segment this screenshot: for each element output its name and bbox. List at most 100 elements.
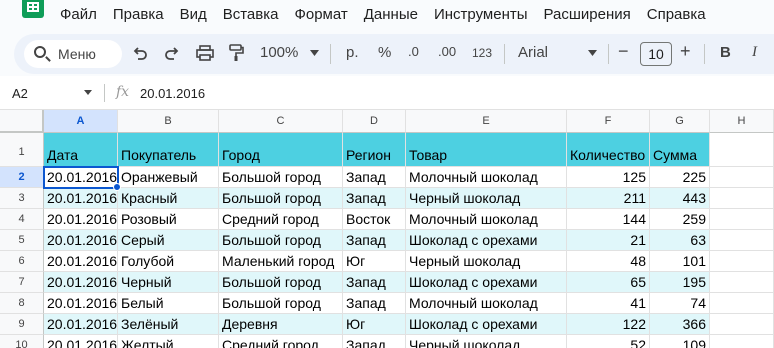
table-cell[interactable]: Черный [118, 272, 219, 293]
row-header-2[interactable]: 2 [0, 167, 44, 188]
table-cell[interactable]: 20.01.2016 [44, 230, 118, 251]
row-header-4[interactable]: 4 [0, 209, 44, 230]
decrease-decimals-button[interactable]: .0 [408, 44, 419, 59]
table-cell[interactable]: 101 [650, 251, 710, 272]
row-header-1[interactable]: 1 [0, 133, 44, 167]
zoom-chevron-down-icon[interactable] [310, 50, 319, 56]
table-cell[interactable]: Восток [343, 209, 406, 230]
row-header-6[interactable]: 6 [0, 251, 44, 272]
table-cell[interactable]: 20.01.2016 [44, 272, 118, 293]
table-cell[interactable]: 211 [567, 188, 650, 209]
empty-cell[interactable] [710, 230, 774, 251]
table-cell[interactable]: Черный шоколад [406, 188, 567, 209]
table-cell[interactable]: 20.01.2016 [44, 293, 118, 314]
row-header-3[interactable]: 3 [0, 188, 44, 209]
table-cell[interactable]: Запад [343, 272, 406, 293]
table-cell[interactable]: 74 [650, 293, 710, 314]
table-cell[interactable]: 259 [650, 209, 710, 230]
empty-cell[interactable] [710, 335, 774, 348]
table-cell[interactable]: Запад [343, 335, 406, 348]
table-cell[interactable]: Большой город [219, 167, 343, 188]
row-header-7[interactable]: 7 [0, 272, 44, 293]
table-cell[interactable]: Юг [343, 251, 406, 272]
empty-cell[interactable] [710, 133, 774, 167]
column-header-a[interactable]: A [44, 110, 118, 133]
font-chevron-down-icon[interactable] [588, 50, 597, 56]
table-cell[interactable]: Большой город [219, 272, 343, 293]
table-cell[interactable]: 225 [650, 167, 710, 188]
font-size-input[interactable]: 10 [640, 42, 672, 66]
table-cell[interactable]: 366 [650, 314, 710, 335]
font-size-decrease-button[interactable]: − [618, 41, 629, 62]
row-header-10[interactable]: 10 [0, 335, 44, 348]
table-cell[interactable]: Запад [343, 188, 406, 209]
table-cell[interactable]: Черный шоколад [406, 251, 567, 272]
menu-insert[interactable]: Вставка [223, 6, 279, 23]
table-cell[interactable]: Запад [343, 230, 406, 251]
empty-cell[interactable] [710, 314, 774, 335]
empty-cell[interactable] [710, 293, 774, 314]
zoom-select[interactable]: 100% [260, 44, 298, 61]
table-cell[interactable]: Молочный шоколад [406, 167, 567, 188]
table-cell[interactable]: 48 [567, 251, 650, 272]
redo-icon[interactable] [164, 45, 180, 61]
undo-icon[interactable] [132, 45, 148, 61]
table-cell[interactable]: 41 [567, 293, 650, 314]
table-cell[interactable]: Деревня [219, 314, 343, 335]
table-cell[interactable]: 20.01.2016 [44, 167, 118, 188]
table-cell[interactable]: Большой город [219, 293, 343, 314]
empty-cell[interactable] [710, 272, 774, 293]
header-cell[interactable]: Регион [343, 133, 406, 167]
name-box-chevron-down-icon[interactable] [84, 90, 92, 95]
percent-format-button[interactable]: % [378, 44, 391, 61]
bold-button[interactable]: B [720, 44, 731, 61]
table-cell[interactable]: Розовый [118, 209, 219, 230]
column-header-h[interactable]: H [710, 110, 774, 133]
empty-cell[interactable] [710, 188, 774, 209]
table-cell[interactable]: 144 [567, 209, 650, 230]
header-cell[interactable]: Город [219, 133, 343, 167]
font-size-increase-button[interactable]: + [680, 41, 691, 62]
table-cell[interactable]: 443 [650, 188, 710, 209]
table-cell[interactable]: Желтый [118, 335, 219, 348]
table-cell[interactable]: Средний город [219, 335, 343, 348]
empty-cell[interactable] [710, 167, 774, 188]
column-header-d[interactable]: D [343, 110, 406, 133]
table-cell[interactable]: 21 [567, 230, 650, 251]
table-cell[interactable]: Шоколад с орехами [406, 314, 567, 335]
table-cell[interactable]: 65 [567, 272, 650, 293]
table-cell[interactable]: 122 [567, 314, 650, 335]
table-cell[interactable]: Большой город [219, 188, 343, 209]
table-cell[interactable]: Запад [343, 293, 406, 314]
menu-extensions[interactable]: Расширения [544, 6, 631, 23]
header-cell[interactable]: Товар [406, 133, 567, 167]
header-cell[interactable]: Сумма [650, 133, 710, 167]
table-cell[interactable]: 20.01.2016 [44, 335, 118, 348]
column-header-c[interactable]: C [219, 110, 343, 133]
increase-decimals-button[interactable]: .00 [438, 44, 456, 59]
column-header-g[interactable]: G [650, 110, 710, 133]
sheets-logo-icon[interactable] [22, 0, 44, 18]
table-cell[interactable]: Оранжевый [118, 167, 219, 188]
table-cell[interactable]: 20.01.2016 [44, 188, 118, 209]
table-cell[interactable]: 195 [650, 272, 710, 293]
header-cell[interactable]: Дата [44, 133, 118, 167]
table-cell[interactable]: 125 [567, 167, 650, 188]
spreadsheet-grid[interactable]: A B C D E F G H 1 Дата Покупатель Город Регион Товар К… [0, 110, 774, 348]
empty-cell[interactable] [710, 209, 774, 230]
menu-format[interactable]: Формат [294, 6, 347, 23]
table-cell[interactable]: Маленький город [219, 251, 343, 272]
table-cell[interactable]: 109 [650, 335, 710, 348]
select-all-corner[interactable] [0, 110, 44, 133]
table-cell[interactable]: 52 [567, 335, 650, 348]
table-cell[interactable]: Молочный шоколад [406, 209, 567, 230]
table-cell[interactable]: Запад [343, 167, 406, 188]
row-header-9[interactable]: 9 [0, 314, 44, 335]
column-header-e[interactable]: E [406, 110, 567, 133]
table-cell[interactable]: Голубой [118, 251, 219, 272]
row-header-5[interactable]: 5 [0, 230, 44, 251]
column-header-f[interactable]: F [567, 110, 650, 133]
menu-data[interactable]: Данные [364, 6, 418, 23]
row-header-8[interactable]: 8 [0, 293, 44, 314]
table-cell[interactable]: 20.01.2016 [44, 314, 118, 335]
